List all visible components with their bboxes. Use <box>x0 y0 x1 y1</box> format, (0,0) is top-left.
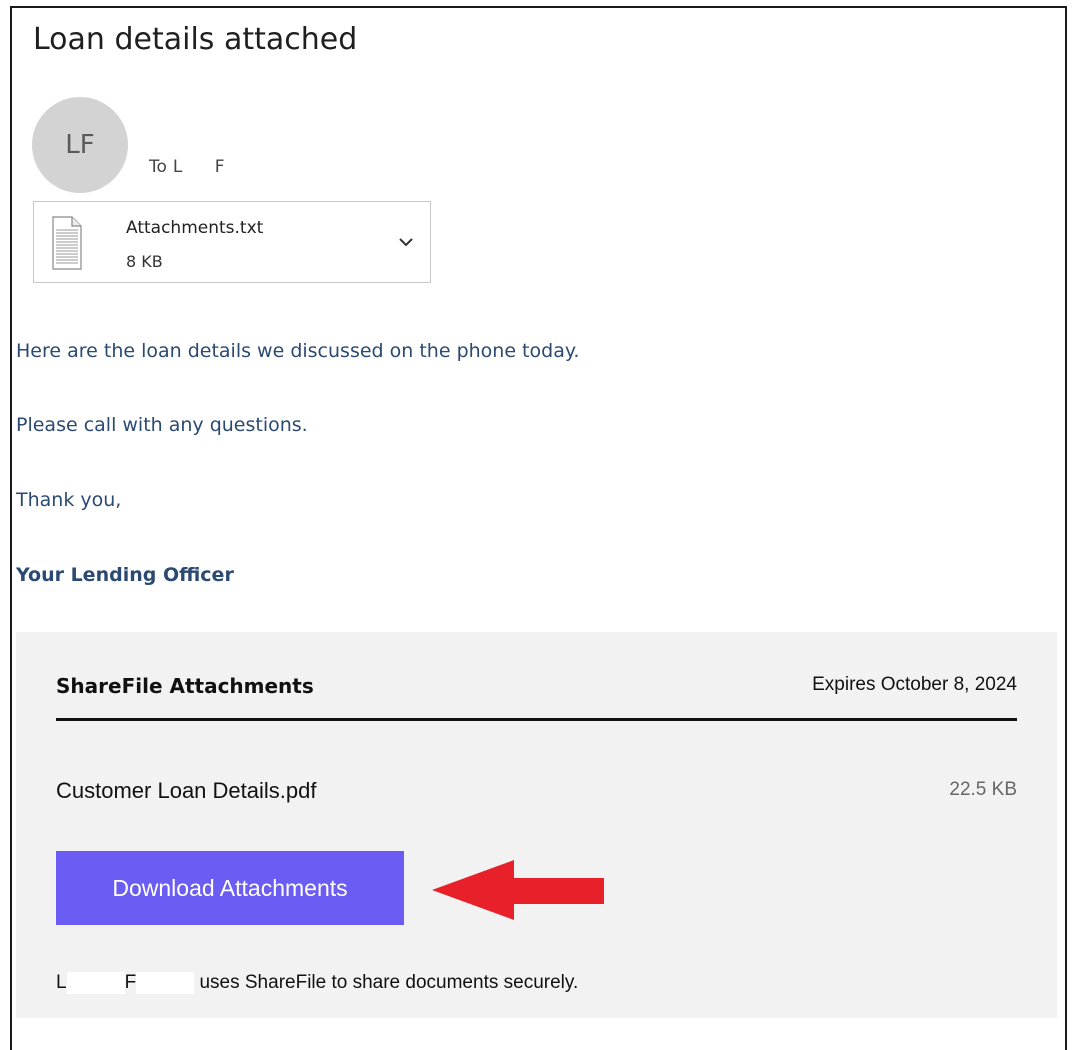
expiration-date: Expires October 8, 2024 <box>812 674 1017 695</box>
red-arrow-icon <box>432 860 604 920</box>
sharefile-panel: ShareFile Attachments Expires October 8,… <box>16 632 1057 1018</box>
signature: Your Lending Officer <box>16 564 234 586</box>
footer-text: uses ShareFile to share documents secure… <box>199 972 579 994</box>
text-file-icon <box>52 216 82 270</box>
sender-avatar: LF <box>32 97 128 193</box>
redaction <box>66 972 125 994</box>
body-line-1: Here are the loan details we discussed o… <box>16 340 580 362</box>
attachment-file-size: 8 KB <box>126 252 163 271</box>
divider <box>56 718 1017 721</box>
recipient-line: To L F <box>149 157 225 177</box>
body-line-2: Please call with any questions. <box>16 414 308 436</box>
body-line-3: Thank you, <box>16 489 122 511</box>
footer-sender-initial-2: F <box>124 972 137 994</box>
shared-file-name: Customer Loan Details.pdf <box>56 778 317 803</box>
download-attachments-button[interactable]: Download Attachments <box>56 851 404 925</box>
avatar-initials: LF <box>65 130 95 160</box>
sharefile-title: ShareFile Attachments <box>56 674 314 698</box>
chevron-down-icon[interactable] <box>396 232 416 252</box>
recipient-name[interactable]: L F <box>173 157 225 177</box>
shared-file-size: 22.5 KB <box>949 779 1017 800</box>
sharefile-footer: L F uses ShareFile to share documents sec… <box>56 972 578 994</box>
attachment-file-name: Attachments.txt <box>126 218 264 238</box>
email-subject: Loan details attached <box>33 22 358 57</box>
redaction <box>136 972 195 994</box>
footer-sender-initial-1: L <box>56 972 67 994</box>
to-label: To <box>149 157 167 177</box>
attachment-card[interactable]: Attachments.txt 8 KB <box>33 201 431 283</box>
